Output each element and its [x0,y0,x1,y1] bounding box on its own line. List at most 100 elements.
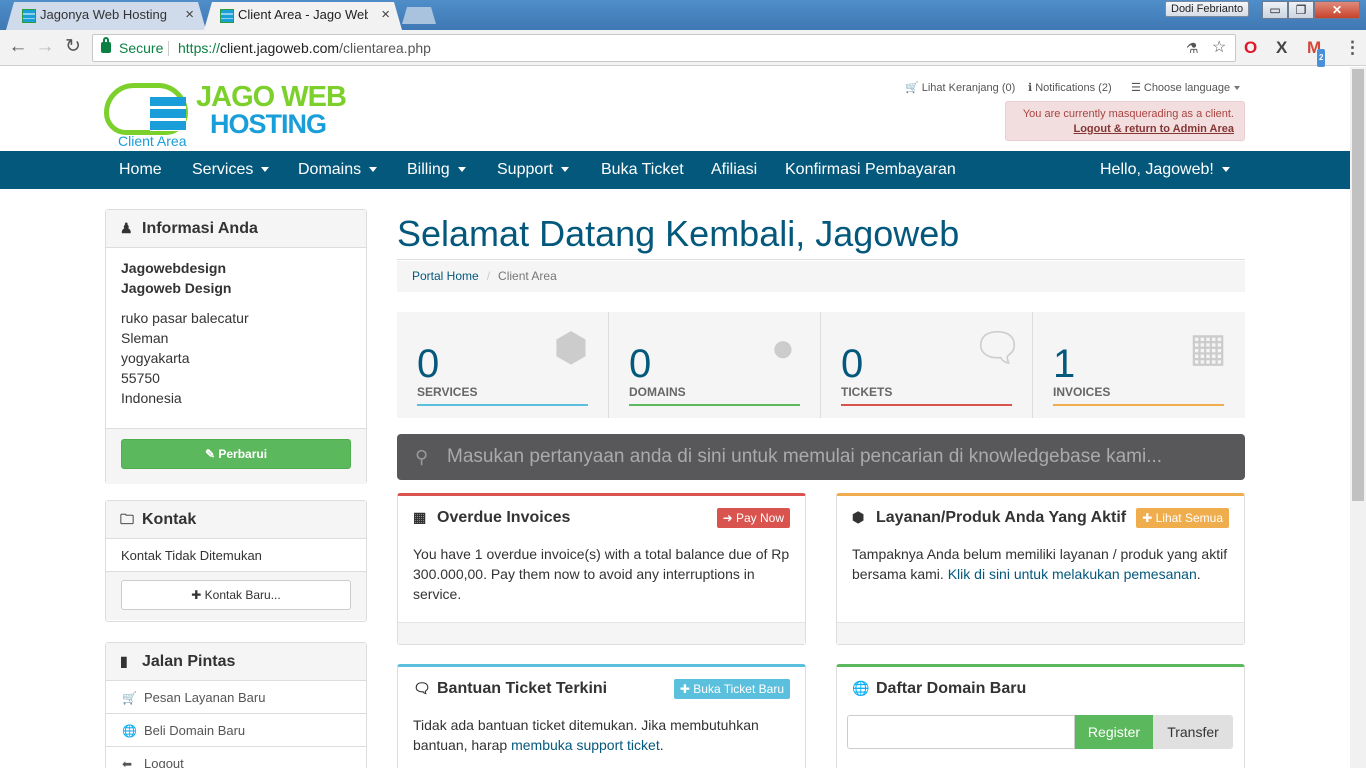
breadcrumb-portal-home[interactable]: Portal Home [412,269,479,283]
knowledgebase-search-input[interactable]: ⚲ Masukan pertanyaan anda di sini untuk … [397,434,1245,480]
profile-button[interactable]: Dodi Febrianto [1165,1,1250,17]
domains-tile[interactable]: ● 0 DOMAINS [609,312,821,418]
browser-tab-client-area[interactable]: Client Area - Jago Web H × [204,2,402,30]
domain-search-input[interactable] [847,715,1075,749]
info-panel-header: ♟ Informasi Anda [106,210,366,248]
globe-icon: 🌐 [122,724,137,738]
chevron-down-icon [1221,167,1230,173]
register-domain-card: 🌐 Daftar Domain Baru Register Transfer [836,664,1245,768]
plus-icon: ✚ [1142,511,1156,525]
minimize-button[interactable]: ▭ [1262,1,1288,19]
tab-title: Jagonya Web Hosting M [40,7,170,22]
scrollbar-thumb[interactable] [1352,69,1364,501]
client-username: Jagowebdesign [121,260,227,276]
shortcut-buy-domain[interactable]: 🌐 Beli Domain Baru [106,714,366,747]
notifications-link[interactable]: ℹ Notifications (2) [1028,81,1112,94]
update-info-button[interactable]: ✎ Perbarui [121,439,351,469]
shortcut-order-service[interactable]: 🛒 Pesan Layanan Baru [106,681,366,714]
forward-icon[interactable]: → [33,36,57,60]
nav-services[interactable]: Services [192,151,270,189]
close-tab-icon[interactable]: × [381,2,390,28]
url-text[interactable]: https://client.jagoweb.com/clientarea.ph… [178,35,431,61]
services-tile[interactable]: ⬢ 0 SERVICES [397,312,609,418]
chevron-down-icon [1234,86,1241,91]
overdue-message: You have 1 overdue invoice(s) with a tot… [413,546,790,602]
open-new-ticket-button[interactable]: ✚ Buka Ticket Baru [673,679,790,699]
page-title: Selamat Datang Kembali, Jagoweb [397,213,960,254]
lock-icon [101,37,111,53]
jagoweb-logo[interactable]: JAGO WEB HOSTING Client Area [104,75,347,149]
info-icon: ℹ [1028,82,1033,94]
globe-icon: 🌐 [852,680,870,696]
close-tab-icon[interactable]: × [185,2,194,28]
services-bar [417,404,588,406]
chevron-down-icon [457,167,466,173]
jagoweb-favicon-icon [22,9,36,23]
page: JAGO WEB HOSTING Client Area 🛒 Lihat Kera… [0,67,1350,768]
back-icon[interactable]: ← [6,36,30,60]
nav-buka-ticket[interactable]: Buka Ticket [601,151,684,189]
contact-empty: Kontak Tidak Ditemukan [106,539,366,572]
calculator-icon: ▦ [413,509,427,525]
shortcuts-panel: ▮ Jalan Pintas 🛒 Pesan Layanan Baru 🌐 Beli … [105,642,367,768]
address-line: Sleman [121,330,169,346]
nav-konfirmasi-pembayaran[interactable]: Konfirmasi Pembayaran [785,151,956,189]
tickets-tile[interactable]: 🗨 0 TICKETS [821,312,1033,418]
nav-user-menu[interactable]: Hello, Jagoweb! [1100,151,1230,189]
nav-home[interactable]: Home [119,151,162,189]
bookmark-star-icon[interactable]: ☆ [1212,35,1226,61]
folder-icon: 🗀 [120,511,134,527]
domains-bar [629,404,800,406]
new-tab-button[interactable] [402,7,436,24]
logout-admin-link[interactable]: Logout & return to Admin Area [1016,122,1234,137]
opera-extension-icon[interactable]: O [1244,39,1257,57]
translate-icon[interactable]: ⚗ [1186,35,1199,61]
breadcrumb-current: Client Area [498,269,557,283]
comments-icon: 🗨 [972,326,1023,370]
x-extension-icon[interactable]: X [1276,39,1287,57]
transfer-button[interactable]: Transfer [1153,715,1233,749]
tab-title: Client Area - Jago Web H [238,7,368,22]
client-company: Jagoweb Design [121,280,232,296]
new-contact-button[interactable]: ✚ Kontak Baru... [121,580,351,610]
chrome-menu-icon[interactable]: ⋮ [1344,39,1361,57]
nav-afiliasi[interactable]: Afiliasi [711,151,757,189]
chevron-down-icon [369,167,378,173]
view-all-button[interactable]: ✚ Lihat Semua [1136,508,1229,528]
nav-support[interactable]: Support [497,151,570,189]
globe-icon: ● [770,326,796,370]
info-panel: ♟ Informasi Anda Jagowebdesign Jagoweb De… [105,209,367,484]
overdue-invoices-card: ▦ Overdue Invoices ➜ Pay Now You have 1 o… [397,493,806,645]
language-chooser[interactable]: ☰ Choose language [1131,81,1241,94]
plus-icon: ✚ [191,588,205,602]
cube-icon: ⬢ [852,509,865,525]
gmail-extension-icon[interactable]: M2 [1307,39,1326,67]
register-button[interactable]: Register [1075,715,1153,749]
pencil-icon: ✎ [204,447,219,461]
maximize-button[interactable]: ❐ [1288,1,1314,19]
invoices-bar [1053,404,1224,406]
nav-billing[interactable]: Billing [407,151,466,189]
nav-domains[interactable]: Domains [298,151,378,189]
page-scrollbar[interactable] [1350,67,1366,768]
cart-icon: 🛒 [905,82,919,94]
address-bar[interactable]: Secure https://client.jagoweb.com/client… [92,34,1236,62]
open-support-ticket-link[interactable]: membuka support ticket [511,737,660,753]
contact-panel: 🗀 Kontak Kontak Tidak Ditemukan ✚ Kontak … [105,500,367,622]
close-window-button[interactable]: ✕ [1314,1,1360,19]
reload-icon[interactable]: ↻ [61,36,85,60]
address-line: Indonesia [121,390,182,406]
browser-tab-jagonya[interactable]: Jagonya Web Hosting M × [6,2,206,30]
cart-icon: 🛒 [122,691,137,705]
invoices-tile[interactable]: ▦ 1 INVOICES [1033,312,1245,418]
shortcut-logout[interactable]: ⬅ Logout [106,747,366,768]
search-icon: ⚲ [415,447,429,467]
secure-label: Secure [119,40,164,56]
pay-now-button[interactable]: ➜ Pay Now [716,508,790,528]
bookmark-icon: ▮ [120,653,128,669]
cube-icon: ⬢ [553,326,589,370]
stats-tiles: ⬢ 0 SERVICES ● 0 DOMAINS 🗨 0 TICKETS ▦ 1… [397,312,1245,418]
cart-link[interactable]: 🛒 Lihat Keranjang (0) [905,81,1015,94]
address-line: ruko pasar balecatur [121,310,249,326]
order-now-link[interactable]: Klik di sini untuk melakukan pemesanan [948,566,1197,582]
